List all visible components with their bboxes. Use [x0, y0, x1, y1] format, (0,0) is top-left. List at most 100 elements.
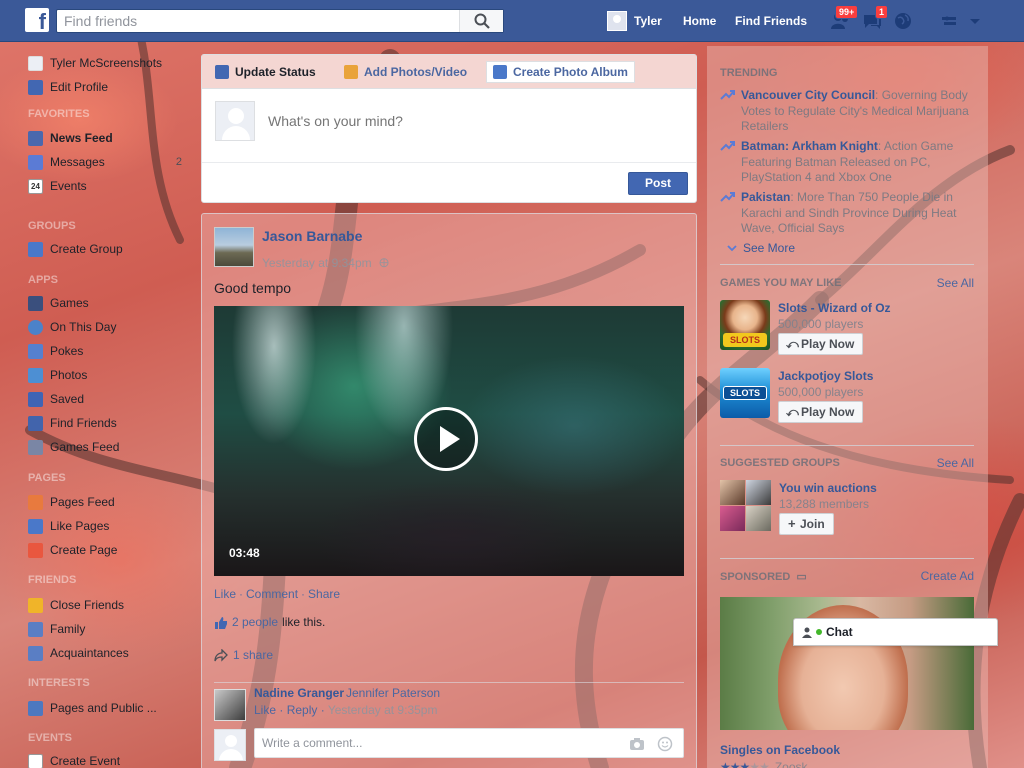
camera-icon [344, 65, 358, 79]
camera-icon[interactable] [629, 737, 645, 751]
share-link[interactable]: Share [308, 587, 340, 601]
sidebar-item-label: Create Page [50, 543, 118, 557]
divider [720, 445, 974, 446]
sidebar-item-create-event[interactable]: Create Event [28, 752, 188, 768]
game-name[interactable]: Jackpotjoy Slots [778, 369, 873, 383]
messages-badge: 1 [875, 5, 889, 19]
sidebar-item-close-friends[interactable]: Close Friends [28, 596, 188, 614]
sidebar-item-messages[interactable]: Messages 2 [28, 153, 188, 171]
comment-reply-link[interactable]: Reply [287, 703, 318, 717]
messages-button[interactable]: 1 [861, 5, 889, 32]
sidebar-item-label: Pages Feed [50, 495, 115, 509]
group-members: 13,288 members [779, 497, 870, 511]
sidebar-item-news-feed[interactable]: News Feed [28, 129, 188, 147]
sidebar-item-profile[interactable]: Tyler McScreenshots [28, 54, 188, 72]
comment-link[interactable]: Comment [246, 587, 298, 601]
sidebar-item-label: Games Feed [50, 440, 120, 454]
emoji-icon[interactable] [657, 736, 673, 752]
avatar[interactable] [214, 689, 246, 721]
tab-update-status[interactable]: Update Status [209, 61, 322, 83]
sidebar-item-create-group[interactable]: Create Group [28, 240, 188, 258]
sidebar-item-label: Edit Profile [50, 80, 109, 94]
likes-people-link[interactable]: 2 people [232, 615, 278, 629]
find-friends-link[interactable]: Find Friends [735, 14, 807, 28]
group-name[interactable]: You win auctions [779, 481, 877, 495]
game-icon[interactable]: SLOTS [720, 300, 770, 350]
on-this-day-icon [28, 319, 43, 335]
games-see-all-link[interactable]: See All [937, 276, 974, 290]
game-players: 500,000 players [778, 317, 864, 331]
groups-header: Groups [28, 220, 76, 232]
sidebar-item-pages-public[interactable]: Pages and Public ... [28, 699, 188, 717]
story-actions: Like · Comment · Share [214, 587, 341, 601]
search-input[interactable] [57, 10, 457, 32]
account-menu-button[interactable] [968, 10, 990, 32]
sidebar-item-saved[interactable]: Saved [28, 390, 188, 408]
play-now-button[interactable]: Play Now [778, 401, 864, 423]
star-icon: ★ [720, 760, 731, 768]
play-now-button[interactable]: Play Now [778, 333, 864, 355]
sidebar-item-label: Create Event [50, 754, 121, 768]
group-member-photo [720, 506, 745, 531]
avatar [607, 11, 627, 31]
privacy-shortcuts-button[interactable] [940, 10, 962, 32]
sidebar-item-pages-feed[interactable]: Pages Feed [28, 493, 188, 511]
like-link[interactable]: Like [214, 587, 236, 601]
sidebar-item-acquaintances[interactable]: Acquaintances [28, 644, 188, 662]
sidebar-item-find-friends[interactable]: Find Friends [28, 414, 188, 432]
comment-like-link[interactable]: Like [254, 703, 276, 717]
tab-add-photos-video[interactable]: Add Photos/Video [338, 61, 473, 83]
suggested-groups-header: Suggested Groups [720, 457, 840, 469]
sidebar-item-games-feed[interactable]: Games Feed [28, 438, 188, 456]
sidebar-item-create-page[interactable]: Create Page [28, 541, 188, 559]
comment-timestamp[interactable]: Yesterday at 9:35pm [328, 703, 438, 717]
favorites-header: Favorites [28, 108, 90, 120]
play-icon[interactable] [414, 407, 478, 471]
friend-requests-button[interactable]: 99+ [829, 5, 859, 32]
video-player[interactable]: 03:48 [214, 306, 684, 576]
trending-arrow-icon [720, 192, 735, 202]
sidebar-item-photos[interactable]: Photos [28, 366, 188, 384]
group-thumbnails[interactable] [720, 480, 771, 531]
shares-summary[interactable]: 1 share [214, 648, 273, 662]
photos-icon [28, 367, 43, 383]
like-pages-icon [28, 518, 43, 534]
sidebar-item-edit-profile[interactable]: Edit Profile [28, 78, 188, 96]
ad-image[interactable] [720, 597, 974, 730]
notifications-button[interactable] [893, 10, 915, 32]
sidebar-item-family[interactable]: Family [28, 620, 188, 638]
trending-topic: Vancouver City Council [741, 88, 876, 102]
game-name[interactable]: Slots - Wizard of Oz [778, 301, 891, 315]
game-suggestion: SLOTS Slots - Wizard of Oz 500,000 playe… [720, 300, 980, 355]
avatar[interactable] [214, 227, 254, 267]
home-link[interactable]: Home [683, 14, 716, 28]
trending-item[interactable]: Batman: Arkham Knight: Action Game Featu… [720, 139, 975, 187]
sidebar-item-label: Messages [50, 155, 105, 169]
ad-title[interactable]: Singles on Facebook [720, 743, 840, 757]
groups-see-all-link[interactable]: See All [937, 456, 974, 470]
tab-label: Update Status [235, 65, 316, 79]
search-button[interactable] [459, 10, 503, 32]
tab-create-photo-album[interactable]: Create Photo Album [486, 61, 635, 83]
story-author[interactable]: Jason Barnabe [262, 228, 362, 244]
see-more-link[interactable]: See More [727, 241, 795, 255]
game-icon[interactable]: SLOTS [720, 368, 770, 418]
comment-text[interactable]: Jennifer Paterson [346, 686, 440, 700]
sidebar-item-events[interactable]: 24 Events [28, 177, 188, 195]
sidebar-item-on-this-day[interactable]: On This Day [28, 318, 188, 336]
chat-bar[interactable]: Chat [793, 618, 998, 646]
facebook-logo[interactable]: f [25, 8, 49, 32]
story-timestamp[interactable]: Yesterday at 9:34pm 🜨 [262, 249, 389, 274]
create-ad-link[interactable]: Create Ad [921, 569, 974, 583]
comment-input[interactable] [255, 729, 615, 757]
sidebar-item-like-pages[interactable]: Like Pages [28, 517, 188, 535]
join-group-button[interactable]: Join [779, 513, 834, 535]
comment-author[interactable]: Nadine Granger [254, 686, 344, 700]
sidebar-item-games[interactable]: Games [28, 294, 188, 312]
post-button[interactable]: Post [628, 172, 688, 195]
sidebar-item-pokes[interactable]: Pokes [28, 342, 188, 360]
profile-link[interactable]: Tyler [607, 11, 662, 31]
status-input[interactable] [268, 113, 668, 129]
trending-item[interactable]: Vancouver City Council: Governing Body V… [720, 88, 975, 136]
trending-item[interactable]: Pakistan: More Than 750 People Die in Ka… [720, 190, 975, 238]
